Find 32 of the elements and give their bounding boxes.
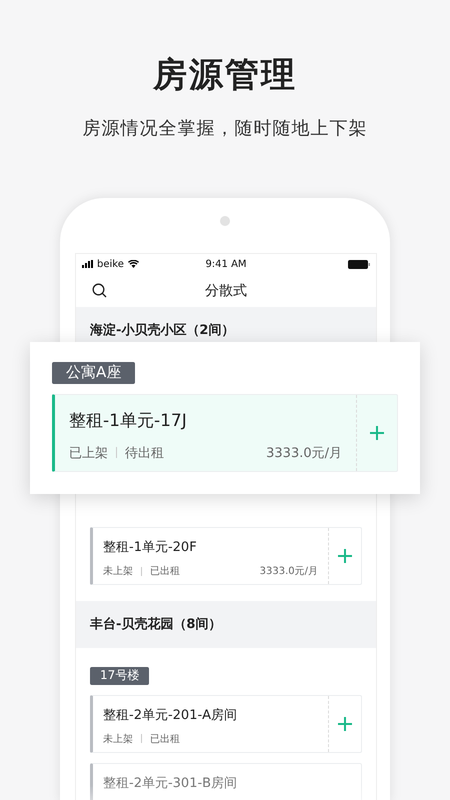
listing-status: 已上架: [69, 444, 108, 462]
nav-title: 分散式: [205, 282, 247, 300]
plus-icon[interactable]: [337, 716, 353, 732]
unit-name: 整租-2单元-301-B房间: [103, 774, 238, 792]
battery-icon: [348, 260, 370, 268]
unit-price: 3333.0元/月: [260, 565, 318, 578]
unit-card[interactable]: 整租-1单元-17J 已上架 待出租 3333.0元/月: [52, 394, 398, 472]
unit-name: 整租-1单元-17J: [69, 410, 188, 432]
rental-status: 待出租: [125, 444, 164, 462]
building-tag: 17号楼: [90, 667, 150, 685]
search-icon[interactable]: [92, 283, 107, 298]
signal-icon: [82, 260, 93, 268]
rental-status: 已出租: [150, 732, 180, 746]
rental-status: 已出租: [150, 564, 180, 578]
unit-card[interactable]: 整租-2单元-301-B房间: [90, 762, 362, 800]
building-tag: 公寓A座: [52, 362, 136, 384]
plus-icon[interactable]: [337, 548, 353, 564]
status-time: 9:41 AM: [205, 258, 247, 270]
unit-price: 3333.0元/月: [266, 444, 342, 462]
speaker-icon: [220, 216, 230, 226]
page-subtitle: 房源情况全掌握，随时随地上下架: [82, 117, 368, 140]
unit-card[interactable]: 整租-1单元-20F 未上架 已出租 3333.0元/月: [90, 527, 362, 585]
wifi-icon: [128, 260, 139, 268]
unit-card[interactable]: 整租-2单元-201-A房间 未上架 已出租: [90, 694, 362, 753]
group-header[interactable]: 丰台-贝壳花园（8间）: [76, 601, 376, 648]
page-title: 房源管理: [153, 54, 297, 97]
carrier-name: beike: [97, 258, 124, 270]
listing-status: 未上架: [103, 564, 133, 578]
unit-name: 整租-1单元-20F: [103, 539, 198, 556]
listing-status: 未上架: [103, 732, 133, 746]
plus-icon[interactable]: [369, 424, 385, 440]
unit-name: 整租-2单元-201-A房间: [103, 706, 238, 724]
